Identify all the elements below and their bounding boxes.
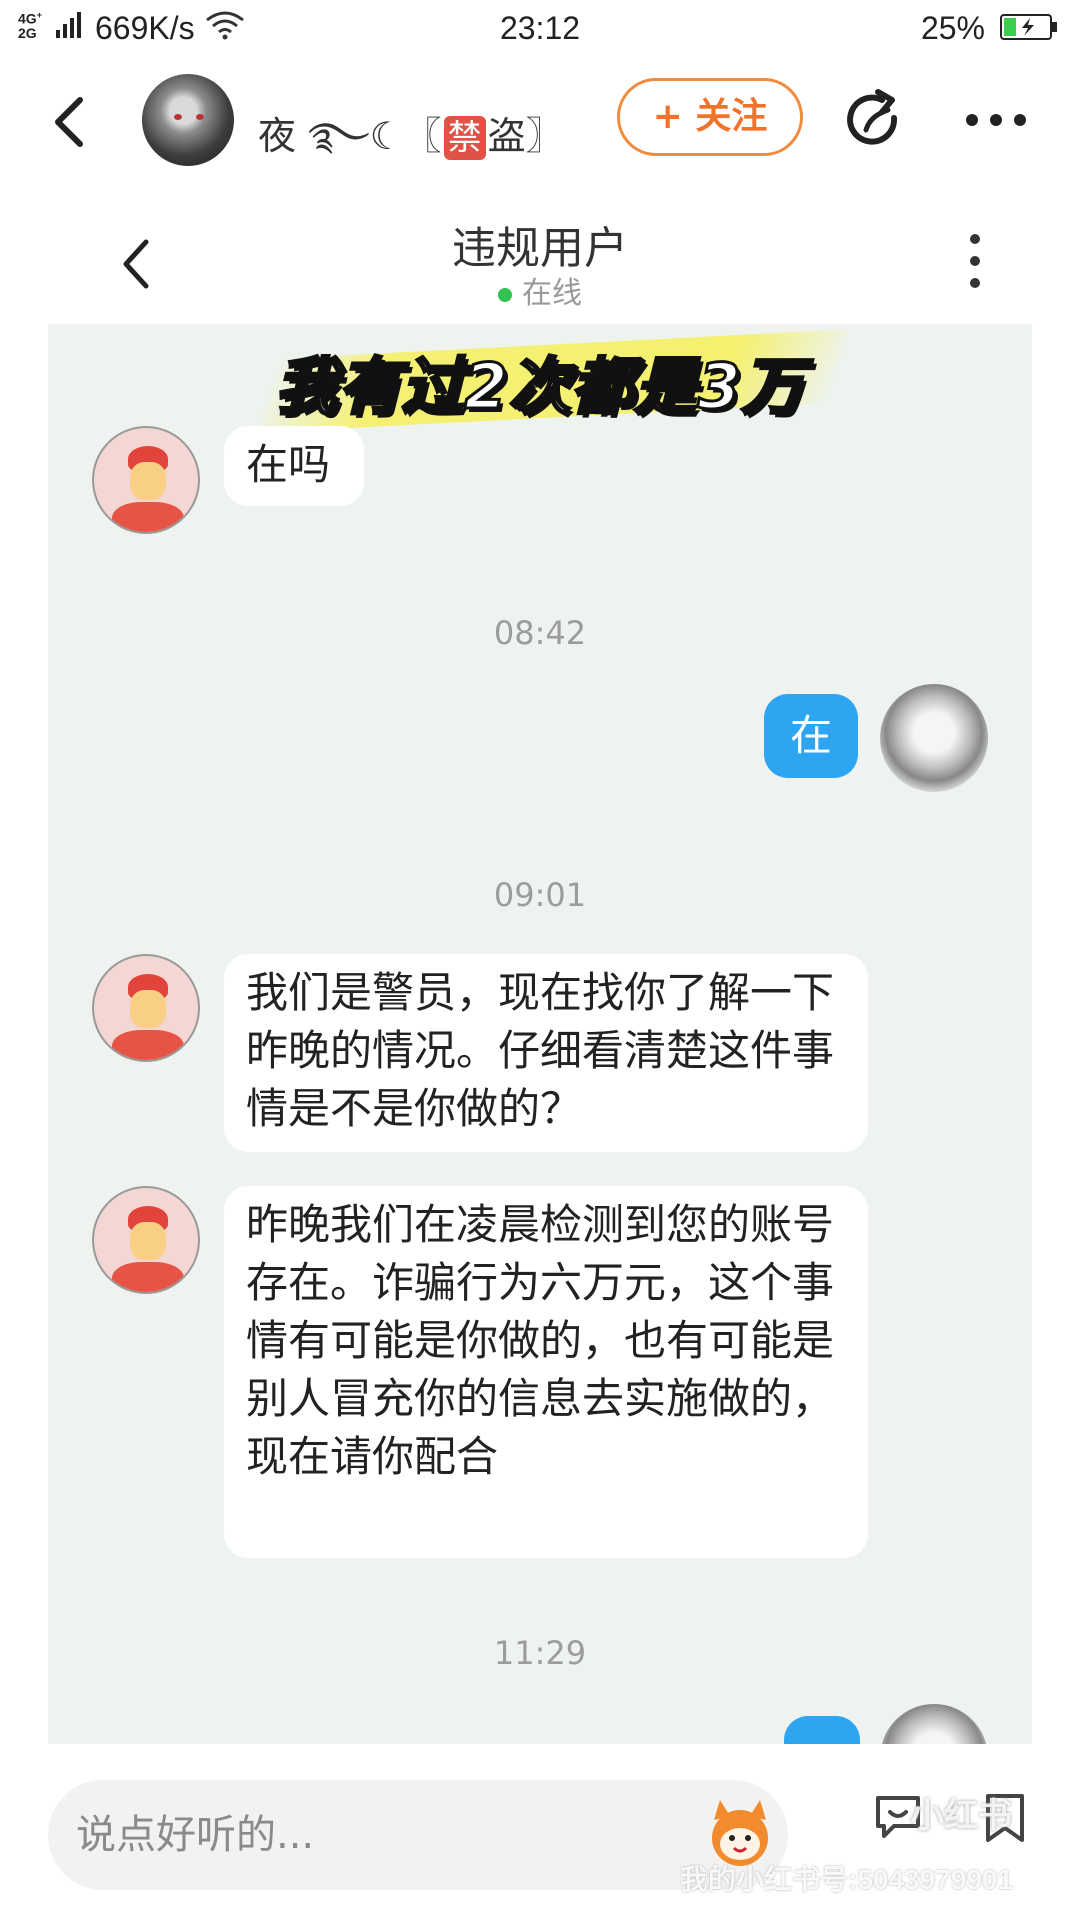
author-name[interactable]: 夜 ࿐☾〖禁盗〗 — [258, 94, 564, 201]
app-top-bar: 夜 ࿐☾〖禁盗〗 + 关注 — [0, 62, 1080, 182]
chat-more-icon — [968, 232, 982, 292]
chat-header: 违规用户 在线 — [48, 196, 1032, 324]
overlay-caption: 我有过2次都是3万 — [274, 349, 805, 425]
sender-avatar — [92, 1186, 200, 1294]
message-timestamp: 09:01 — [493, 876, 587, 914]
author-name-suffix: 盗〗 — [487, 114, 564, 158]
chat-title: 违规用户 — [452, 223, 628, 274]
sender-avatar — [92, 426, 200, 534]
self-avatar — [880, 684, 988, 792]
watermark-text: 我的小红书号:5043979901 — [680, 1864, 1014, 1895]
back-icon[interactable] — [44, 92, 96, 152]
self-message-bubble: 在 — [764, 694, 858, 778]
clock: 23:12 — [499, 10, 581, 46]
watermark-logo: 小红书 — [910, 1796, 1012, 1836]
message-timestamp: 11:29 — [493, 1634, 587, 1672]
comment-input[interactable]: 说点好听的... — [48, 1780, 788, 1890]
more-icon[interactable] — [962, 108, 1030, 132]
online-status-label: 在线 — [522, 276, 582, 311]
message-timestamp: 08:42 — [493, 614, 587, 652]
ban-badge: 禁 — [443, 116, 486, 160]
embedded-chat-screenshot: 违规用户 在线 我有过2次都是3万 在吗 08:42 在 09:01 我们是警员… — [48, 196, 1032, 1746]
author-avatar[interactable] — [142, 74, 234, 166]
follow-button[interactable]: + 关注 — [617, 78, 803, 156]
self-message-bubble-partial — [784, 1716, 860, 1746]
author-name-prefix: 夜 ࿐☾〖 — [258, 114, 442, 158]
status-bar: 4G+ 2G 669K/s 23:12 25% — [0, 0, 1080, 60]
message-bubble: 在吗 — [224, 426, 364, 506]
chat-area: 我有过2次都是3万 在吗 08:42 在 09:01 我们是警员，现在找你了解一… — [48, 324, 1032, 1746]
self-avatar — [880, 1704, 988, 1746]
battery-icon — [1000, 14, 1057, 40]
share-icon[interactable] — [842, 88, 908, 154]
comment-input-bar: 说点好听的... 小红书 我的小红书号:5043979901 — [0, 1744, 1080, 1920]
sender-avatar — [92, 954, 200, 1062]
message-bubble: 昨晚我们在凌晨检测到您的账号存在。诈骗行为六万元，这个事情有可能是你做的，也有可… — [224, 1186, 868, 1558]
message-bubble: 我们是警员，现在找你了解一下昨晚的情况。仔细看清楚这件事情是不是你做的？ — [224, 954, 868, 1152]
online-dot-icon — [498, 287, 512, 302]
battery-percent: 25% — [920, 10, 985, 46]
chat-online-status: 在线 — [48, 268, 1032, 312]
